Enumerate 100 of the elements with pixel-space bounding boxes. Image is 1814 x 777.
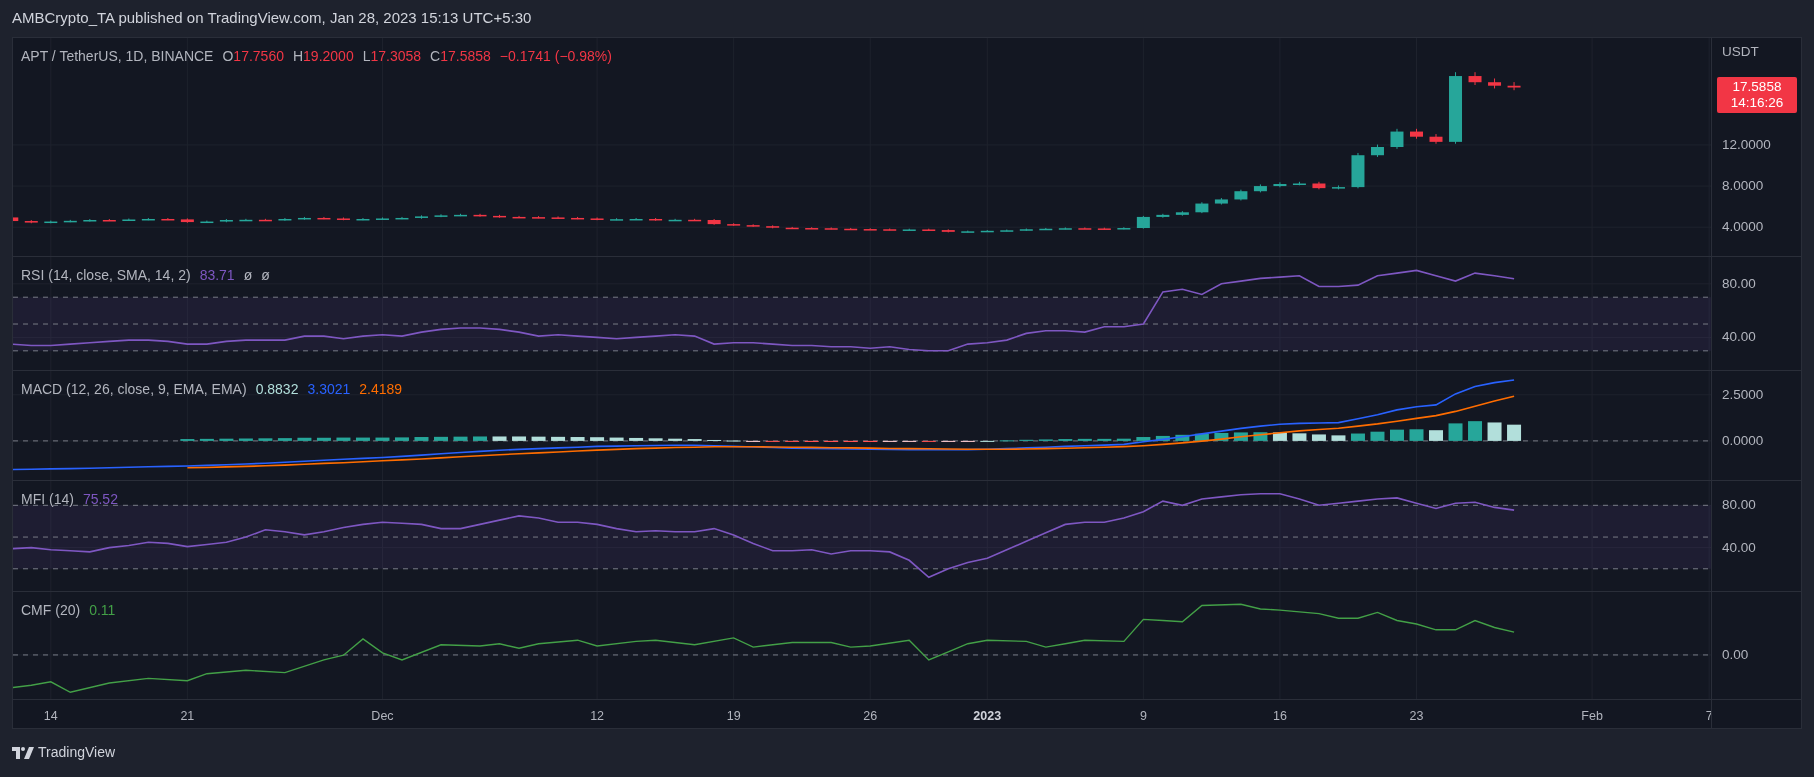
brand-name: TradingView: [38, 743, 116, 762]
ohlc-value: C17.5858: [430, 47, 491, 66]
histogram-bar: [316, 437, 331, 441]
axis-label: 0.0000: [1722, 431, 1764, 450]
symbol-title: APT / TetherUS, 1D, BINANCE: [21, 47, 214, 66]
candlestick: [922, 228, 936, 232]
axis-label: 14: [43, 708, 58, 725]
histogram-bar: [1214, 432, 1229, 441]
last-price: 17.5858: [1731, 78, 1783, 95]
indicator-value: ø: [261, 266, 270, 285]
histogram-bar: [1390, 429, 1404, 441]
indicator-value: 3.3021: [307, 380, 351, 399]
candlestick: [1351, 152, 1365, 189]
histogram-bar: [355, 437, 370, 441]
candlestick: [1468, 71, 1482, 86]
histogram-bar: [1331, 435, 1346, 441]
candlestick: [13, 217, 19, 222]
candlestick: [1390, 128, 1404, 150]
indicator-value: −0.1741 (−0.98%): [499, 47, 612, 66]
candlestick: [180, 217, 194, 224]
histogram-bar: [1468, 421, 1483, 441]
candlestick: [1019, 228, 1033, 232]
axis-label: 2.5000: [1722, 385, 1764, 404]
countdown-timer: 14:16:26: [1729, 94, 1785, 111]
histogram-bar: [629, 437, 644, 441]
candlestick: [688, 218, 702, 222]
axis-label: 16: [1272, 708, 1287, 725]
histogram-bar: [1487, 422, 1502, 441]
candlestick: [902, 228, 916, 231]
candlestick: [1371, 144, 1384, 158]
axis-label: 2023: [973, 708, 1002, 725]
candlestick: [1097, 227, 1111, 230]
histogram-bar: [1272, 432, 1287, 441]
histogram-bar: [395, 437, 409, 441]
ohlc-value: O17.7560: [222, 47, 284, 66]
candlestick: [610, 217, 624, 221]
candlestick: [1039, 227, 1053, 231]
candlestick: [785, 226, 799, 230]
indicator-title: MACD (12, 26, close, 9, EMA, EMA): [21, 380, 247, 399]
candlestick: [63, 219, 77, 223]
axis-label: 9: [1139, 708, 1147, 725]
histogram-bar: [473, 436, 487, 441]
ohlc-value: H19.2000: [292, 47, 354, 66]
histogram-bar: [1311, 434, 1326, 441]
histogram-bar: [1155, 435, 1170, 441]
histogram-bar: [238, 438, 253, 441]
histogram-bar: [1116, 438, 1131, 441]
histogram-bar: [1370, 431, 1385, 441]
histogram-bar: [1175, 434, 1190, 441]
histogram-bar: [590, 437, 605, 441]
candlestick: [161, 217, 175, 221]
candlestick: [102, 218, 116, 222]
candlestick: [961, 230, 975, 233]
indicator-value: 0.8832: [255, 380, 299, 399]
axis-label: Feb: [1581, 708, 1603, 725]
indicator-value: 2.4189: [359, 380, 403, 399]
candlestick: [258, 218, 272, 222]
axis-label: 80.00: [1722, 496, 1756, 515]
candlestick: [297, 216, 311, 221]
ohlc-value: L17.3058: [362, 47, 422, 66]
candlestick: [883, 228, 897, 231]
histogram-bar: [414, 437, 429, 441]
histogram-bar: [1507, 424, 1522, 441]
axis-label: 26: [863, 708, 878, 725]
histogram-bar: [219, 438, 234, 441]
candlestick: [356, 217, 370, 221]
histogram-bar: [434, 436, 448, 441]
candlestick: [1234, 189, 1248, 201]
histogram-bar: [1448, 423, 1463, 441]
candlestick: [824, 226, 838, 230]
candlestick: [473, 213, 487, 218]
histogram-bar: [336, 437, 351, 441]
candlestick: [141, 217, 155, 221]
axis-label: 0.00: [1722, 645, 1749, 664]
axis-label: 40.00: [1722, 328, 1756, 347]
histogram-bar: [1429, 430, 1443, 441]
candlestick: [1078, 226, 1092, 230]
histogram-bar: [258, 438, 273, 441]
indicator-value: 75.52: [82, 490, 118, 509]
candlestick: [239, 218, 253, 222]
candlestick: [44, 220, 58, 224]
candlestick: [1507, 81, 1521, 91]
axis-label: Dec: [371, 708, 394, 725]
histogram-bar: [1194, 433, 1209, 441]
candlestick: [493, 214, 507, 219]
histogram-bar: [648, 438, 663, 441]
histogram-bar: [199, 438, 214, 441]
candlestick: [512, 215, 526, 219]
candlestick: [863, 227, 877, 231]
histogram-bar: [1077, 438, 1092, 441]
candlestick: [844, 227, 858, 231]
candlestick: [805, 226, 819, 230]
histogram-bar: [551, 436, 566, 441]
histogram-bar: [668, 438, 683, 441]
histogram-bar: [297, 437, 312, 441]
logo-icon: [12, 745, 34, 760]
axis-label: 21: [180, 708, 195, 725]
axis-label: 23: [1409, 708, 1424, 725]
axis-label: 80.00: [1722, 274, 1756, 293]
candlestick: [1195, 201, 1209, 214]
